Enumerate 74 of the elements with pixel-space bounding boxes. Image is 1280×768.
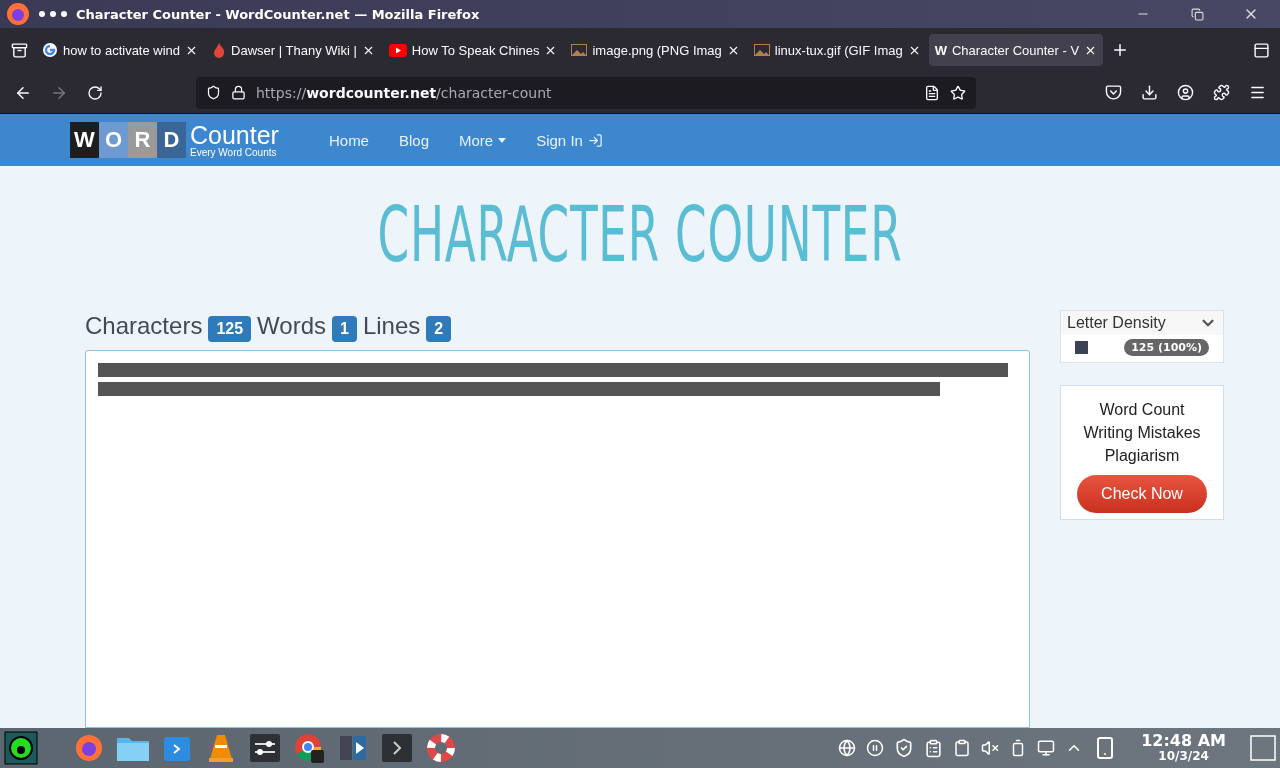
app-launcher-icon[interactable]	[4, 731, 38, 765]
window-icon[interactable]	[1252, 41, 1270, 59]
clipboard-alert-icon[interactable]	[924, 738, 944, 758]
flame-icon	[212, 42, 227, 58]
tab-title: image.png (PNG Imag	[592, 42, 722, 58]
reload-icon[interactable]	[87, 84, 103, 101]
clock-time: 12:48 AM	[1141, 733, 1226, 751]
logo-letter: D	[157, 122, 186, 158]
chrome-icon[interactable]	[292, 731, 326, 765]
shield-icon	[206, 85, 221, 100]
play-icon	[388, 43, 407, 57]
logo-tagline: Every Word Counts	[190, 147, 278, 158]
count-badge: 125	[208, 316, 252, 342]
promo-text: Word Count	[1099, 400, 1185, 420]
pause-icon[interactable]	[866, 739, 885, 757]
check-now-button[interactable]: Check Now	[1077, 475, 1207, 513]
lock-icon	[231, 85, 246, 100]
logo-text: Counter	[190, 122, 279, 148]
browser-tab[interactable]: How To Speak Chines	[382, 34, 564, 66]
density-count: 125 (100%)	[1124, 339, 1209, 356]
image-icon	[753, 44, 770, 56]
tab-title: How To Speak Chines	[411, 42, 540, 58]
tab-title: Dawser | Thany Wiki |	[231, 42, 357, 58]
sliders-icon[interactable]	[248, 731, 282, 765]
promo-text: Writing Mistakes	[1083, 423, 1201, 443]
muted-speaker-icon[interactable]	[981, 739, 1000, 757]
pocket-icon[interactable]	[1104, 84, 1122, 101]
logo-letter: R	[128, 122, 157, 158]
browser-tab[interactable]: how to activate wind	[36, 34, 205, 66]
lifebuoy-icon[interactable]	[424, 731, 458, 765]
firefox-icon	[6, 2, 30, 26]
caret-icon	[498, 137, 507, 143]
count-badge: 2	[426, 316, 452, 342]
clipboard-icon[interactable]	[953, 739, 972, 757]
bookmark-icon[interactable]	[950, 84, 966, 101]
sign-in-icon	[587, 132, 603, 148]
stat-label: Characters	[85, 312, 203, 340]
stat-label: Lines	[362, 312, 421, 340]
menu-icon[interactable]	[1248, 84, 1266, 101]
show-desktop-icon[interactable]	[1250, 735, 1276, 761]
panel-title: Letter Density	[1067, 314, 1166, 332]
window-title: Character Counter - WordCounter.net — Mozilla Firefox	[76, 6, 481, 22]
tab-title: how to activate wind	[63, 42, 181, 58]
download-icon[interactable]	[1140, 84, 1158, 101]
reader-view-icon[interactable]	[924, 84, 940, 101]
browser-tab[interactable]: W Character Counter - V	[928, 34, 1104, 66]
account-icon[interactable]	[1176, 84, 1194, 101]
tab-title: Character Counter - V	[951, 42, 1080, 58]
count-badge: 1	[332, 316, 357, 342]
restore-icon[interactable]	[1190, 7, 1204, 21]
browser-tab[interactable]: linux-tux.gif (GIF Imag	[747, 34, 927, 66]
clock[interactable]: 12:48 AM 10/3/24	[1141, 733, 1226, 763]
url-text: https://wordcounter.net/character-count	[256, 84, 553, 101]
terminal-icon[interactable]	[380, 731, 414, 765]
promo-text: Plagiarism	[1104, 446, 1180, 466]
browser-tab[interactable]: Dawser | Thany Wiki |	[206, 34, 381, 66]
network-icon[interactable]	[838, 739, 857, 757]
google-icon	[42, 42, 58, 58]
browser-tab[interactable]: image.png (PNG Imag	[565, 34, 746, 66]
image-icon	[571, 44, 588, 56]
stat-label: Words	[257, 312, 326, 340]
extensions-icon[interactable]	[1212, 84, 1230, 101]
logo-letter: O	[99, 122, 128, 158]
tab-list-icon[interactable]	[10, 41, 28, 59]
text-input-area[interactable]	[85, 350, 1030, 728]
logo-letter: W	[70, 122, 99, 158]
site-icon: W	[934, 42, 947, 58]
more-icon[interactable]	[38, 10, 68, 18]
page-title: CHARACTER COUNTER	[376, 189, 904, 281]
display-icon[interactable]	[1037, 739, 1056, 757]
clock-date: 10/3/24	[1158, 750, 1209, 763]
address-bar[interactable]: https://wordcounter.net/character-count	[196, 76, 976, 109]
tab-title: linux-tux.gif (GIF Imag	[774, 42, 903, 58]
shield-icon[interactable]	[894, 738, 915, 758]
